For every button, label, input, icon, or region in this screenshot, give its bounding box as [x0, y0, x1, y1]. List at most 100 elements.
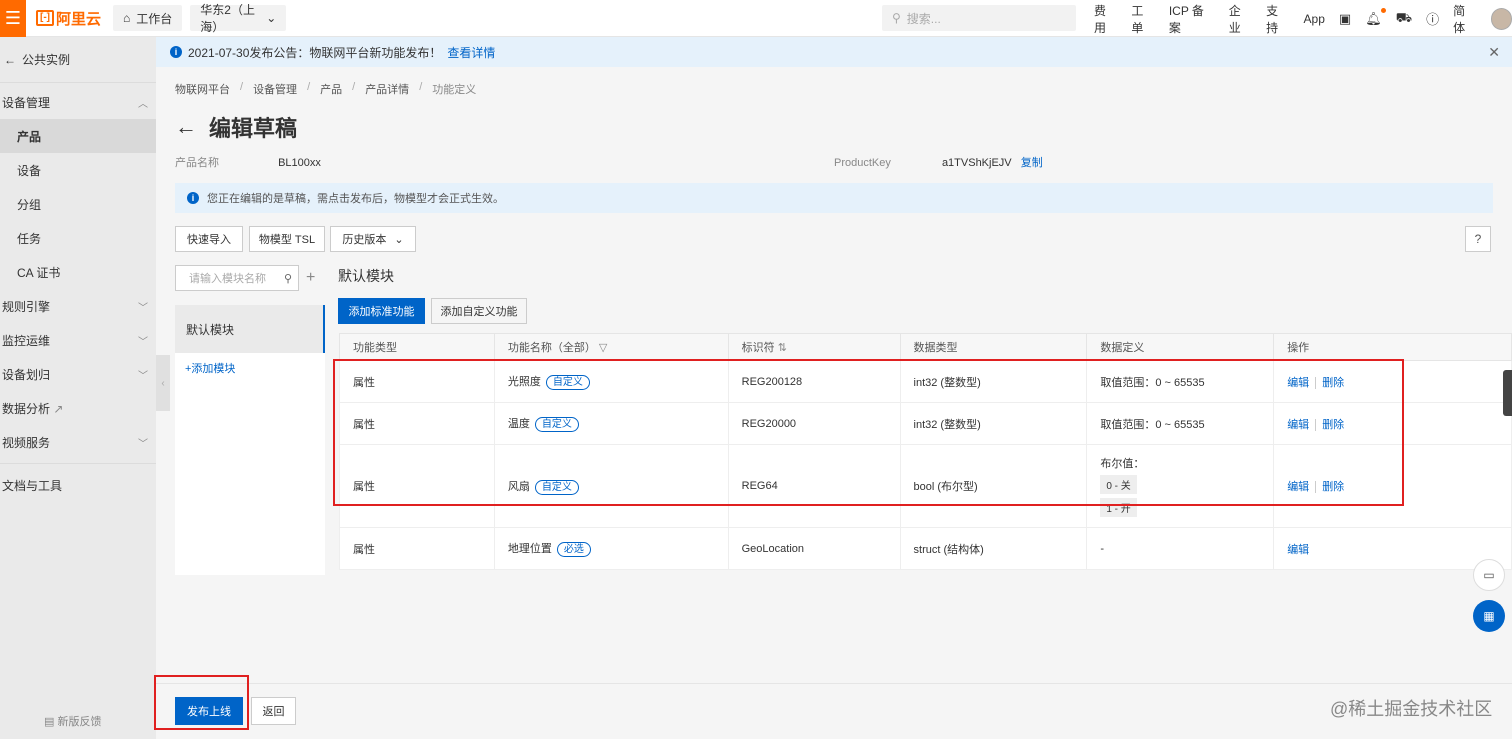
sidebar-item-device[interactable]: 设备 [0, 153, 156, 187]
table-header-row: 功能类型 功能名称（全部） ▽ 标识符 ⇅ 数据类型 数据定义 操作 [339, 333, 1512, 361]
bell-icon[interactable]: 🔔︎ [1365, 7, 1386, 27]
sidebar-item-docs[interactable]: 文档与工具 [0, 468, 156, 502]
feedback-link[interactable]: ▤ 新版反馈 [44, 713, 101, 729]
image-icon[interactable]: ▣ [1339, 11, 1351, 27]
region-selector[interactable]: 华东2（上海） ⌄ [190, 3, 287, 34]
module-item-default[interactable]: 默认模块 [175, 305, 325, 353]
column-header[interactable]: 标识符 ⇅ [727, 333, 901, 361]
sidebar-group-label: 监控运维 [2, 333, 51, 348]
cell-feature-type: 属性 [339, 527, 495, 570]
sidebar-item-product[interactable]: 产品 [0, 119, 156, 153]
cell-identifier: GeoLocation [727, 527, 901, 570]
filter-icon[interactable]: ▽ [599, 342, 607, 354]
help-button[interactable]: ? [1465, 226, 1491, 252]
column-header: 数据定义 [1086, 333, 1275, 361]
link-billing[interactable]: 费用 [1094, 2, 1117, 36]
tsl-button[interactable]: 物模型 TSL [249, 226, 325, 252]
module-search-input[interactable]: 请输入模块名称 ⚲ [175, 265, 299, 291]
sidebar-item-label: 产品 [17, 129, 42, 144]
arrow-left-icon: ← [4, 52, 16, 67]
workbench-label: 工作台 [136, 11, 173, 26]
sidebar-item-label: CA 证书 [17, 265, 61, 280]
search-icon: ⚲ [892, 11, 901, 25]
region-label: 华东2（上海） [200, 3, 255, 34]
sidebar-item-task[interactable]: 任务 [0, 221, 156, 255]
watermark: @稀土掘金技术社区 [1330, 699, 1493, 719]
link-support[interactable]: 支持 [1266, 2, 1289, 36]
menu-icon[interactable]: ☰ [0, 0, 26, 37]
avatar[interactable] [1490, 7, 1512, 30]
quick-import-button[interactable]: 快速导入 [175, 226, 243, 252]
chevron-down-icon: ﹀ [138, 438, 148, 450]
sidebar-item-label: 任务 [17, 231, 42, 246]
section-title: 默认模块 [338, 268, 394, 284]
collapse-panel-handle[interactable]: ‹ [156, 355, 170, 411]
aliyun-logo[interactable]: [-] 阿里云 [36, 8, 101, 29]
sidebar-group-rule-engine[interactable]: 规则引擎 ﹀ [0, 289, 156, 323]
feature-name: 地理位置 [507, 543, 552, 555]
search-icon: ⚲ [283, 272, 292, 285]
help-question-icon: ? [1474, 232, 1482, 246]
logo-text: 阿里云 [56, 10, 102, 28]
link-app[interactable]: App [1304, 12, 1325, 26]
sidebar-item-ca-cert[interactable]: CA 证书 [0, 255, 156, 289]
chevron-down-icon: ⌄ [394, 233, 404, 246]
sidebar-group-video[interactable]: 视频服务 ﹀ [0, 425, 156, 459]
language-switch[interactable]: 简体 [1453, 2, 1476, 36]
link-enterprise[interactable]: 企业 [1229, 2, 1252, 36]
sidebar-item-group[interactable]: 分组 [0, 187, 156, 221]
add-module-link[interactable]: +添加模块 [185, 360, 235, 376]
sidebar-group-label: 视频服务 [2, 435, 51, 450]
draft-alert-text: 您正在编辑的是草稿，需点击发布后，物模型才会正式生效。 [207, 193, 504, 205]
sidebar-item-label: 分组 [17, 197, 42, 212]
breadcrumb-item[interactable]: 产品详情 [365, 81, 409, 97]
close-icon[interactable]: ✕ [1488, 44, 1500, 61]
link-icp[interactable]: ICP 备案 [1169, 2, 1215, 36]
column-header[interactable]: 功能名称（全部） ▽ [493, 333, 729, 361]
sort-icon[interactable]: ⇅ [778, 342, 787, 354]
arrow-left-icon[interactable]: ← [175, 114, 197, 140]
workbench-button[interactable]: ⌂ 工作台 [113, 5, 183, 31]
topbar-links: 费用 工单 ICP 备案 企业 支持 App ▣ 🔔︎ ⛟ ⓘ 简体 [1094, 0, 1512, 37]
add-custom-feature-button[interactable]: 添加自定义功能 [431, 298, 527, 324]
column-header-label: 功能名称（全部） [507, 342, 596, 354]
column-header: 操作 [1273, 333, 1512, 361]
sidebar-item-label: 设备 [17, 163, 42, 178]
breadcrumb-item[interactable]: 产品 [320, 81, 342, 97]
apps-icon[interactable]: ▦ [1473, 600, 1505, 632]
global-search-input[interactable]: ⚲ 搜索... [882, 5, 1076, 31]
add-standard-feature-button[interactable]: 添加标准功能 [338, 298, 425, 324]
highlight-box [333, 359, 1404, 506]
back-button[interactable]: 返回 [251, 697, 296, 725]
cell-feature-name: 地理位置 必选 [493, 527, 729, 570]
sidebar-group-data-analysis[interactable]: 数据分析 ↗ [0, 391, 156, 425]
cell-actions: 编辑 [1273, 527, 1512, 570]
sidebar-group-label: 设备管理 [2, 95, 51, 110]
link-ticket[interactable]: 工单 [1131, 2, 1154, 36]
sidebar-divider [0, 463, 156, 464]
external-link-icon: ↗ [53, 401, 64, 416]
footer-bar [156, 683, 1512, 739]
announcement-banner: i 2021-07-30发布公告：物联网平台新功能发布！ 查看详情 ✕ [156, 37, 1512, 67]
info-icon: i [187, 192, 199, 204]
help-icon[interactable]: ⓘ [1426, 9, 1439, 28]
sidebar-group-device-mgmt[interactable]: 设备管理 ︿ [0, 85, 156, 119]
sidebar-group-monitoring[interactable]: 监控运维 ﹀ [0, 323, 156, 357]
plus-icon[interactable]: + [306, 269, 315, 287]
info-icon: i [170, 46, 182, 58]
sidebar-group-device-assign[interactable]: 设备划归 ﹀ [0, 357, 156, 391]
side-handle[interactable] [1503, 370, 1512, 416]
chat-icon[interactable]: ▭ [1473, 559, 1505, 591]
breadcrumb-item[interactable]: 物联网平台 [175, 81, 230, 97]
sidebar: ← 公共实例 设备管理 ︿ 产品 设备 分组 任务 CA 证书 规则引擎 ﹀ 监控… [0, 37, 156, 739]
edit-button[interactable]: 编辑 [1287, 544, 1309, 556]
breadcrumb-item[interactable]: 设备管理 [253, 81, 297, 97]
copy-button[interactable]: 复制 [1021, 157, 1043, 169]
page-title-text: 编辑草稿 [209, 116, 298, 141]
sidebar-back[interactable]: ← 公共实例 [0, 37, 156, 83]
chevron-down-icon: ﹀ [138, 370, 148, 382]
cart-icon[interactable]: ⛟ [1396, 10, 1412, 28]
button-label: 快速导入 [187, 234, 231, 246]
history-version-button[interactable]: 历史版本 ⌄ [330, 226, 416, 252]
announcement-link[interactable]: 查看详情 [447, 44, 495, 61]
